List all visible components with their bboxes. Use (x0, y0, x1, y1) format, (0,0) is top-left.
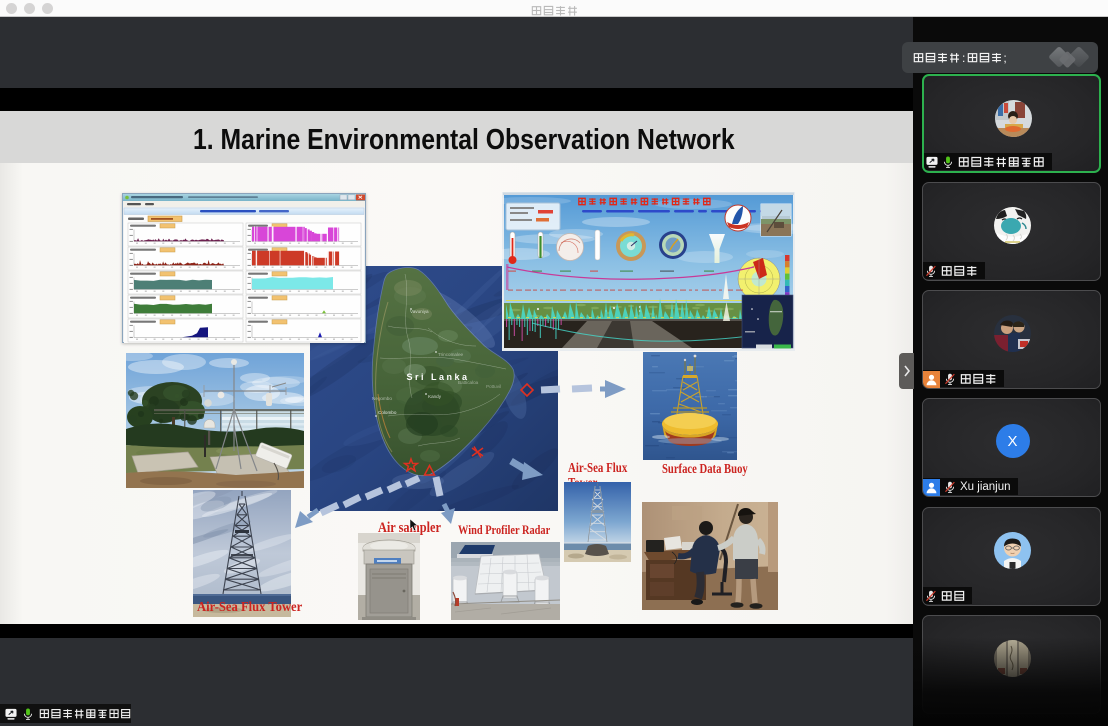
svg-text:Batticaloa: Batticaloa (458, 380, 479, 385)
svg-text:Pottuvil: Pottuvil (486, 384, 501, 389)
svg-text:Vavuniya: Vavuniya (410, 309, 429, 314)
svg-text:Trincomalee: Trincomalee (438, 352, 464, 357)
svg-text:Kandy: Kandy (428, 394, 442, 399)
svg-text:Negombo: Negombo (372, 396, 392, 401)
